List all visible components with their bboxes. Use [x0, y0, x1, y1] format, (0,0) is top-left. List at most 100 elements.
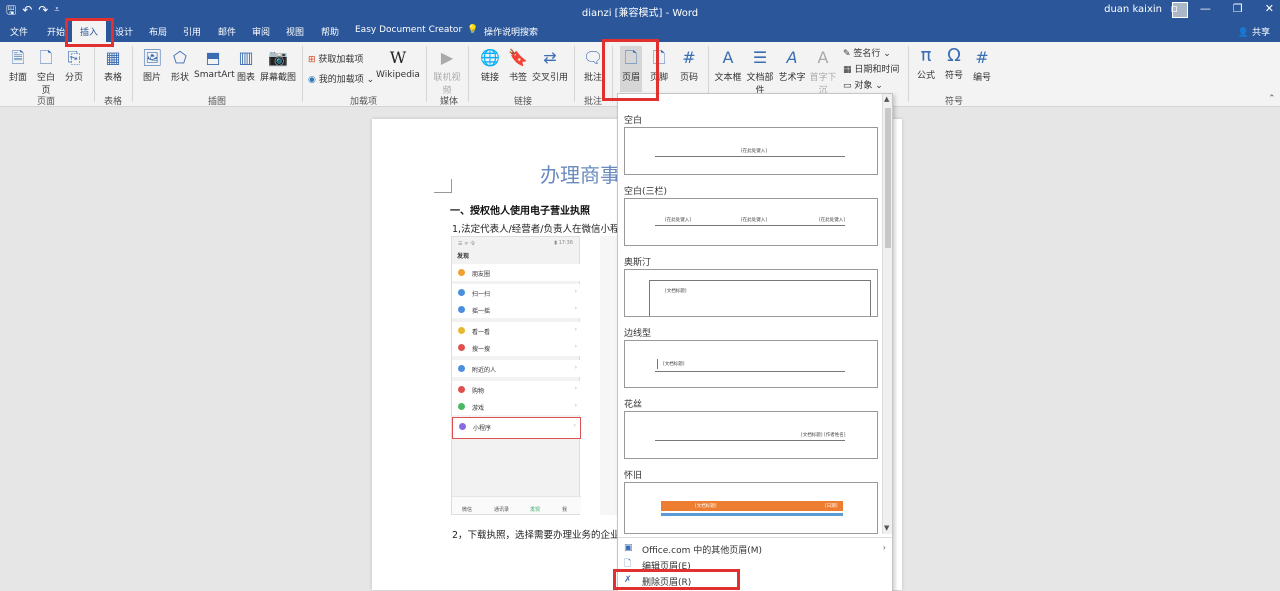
- tab-design[interactable]: 设计: [115, 25, 133, 38]
- header-line: [655, 156, 845, 157]
- shapes-button[interactable]: ⬠ 形状: [168, 48, 192, 83]
- document-title[interactable]: 办理商事: [540, 159, 620, 188]
- comment-button[interactable]: 🗨 批注: [580, 48, 606, 83]
- tab-mailings[interactable]: 邮件: [218, 25, 236, 38]
- menu-item-remove-header[interactable]: 删除页眉(R): [642, 575, 691, 588]
- wordart-button[interactable]: A 艺术字: [778, 48, 806, 83]
- group-separator: [302, 46, 303, 102]
- wordart-icon: A: [786, 48, 798, 67]
- blank-page-button[interactable]: 🗋 空白页: [33, 48, 59, 96]
- screenshot-button[interactable]: 📷 屏幕截图: [259, 48, 297, 83]
- smartart-button[interactable]: ⬒ SmartArt: [194, 48, 235, 80]
- austin-frame: [649, 280, 871, 316]
- header-option-sideline[interactable]: [文档标题]: [624, 340, 878, 388]
- gallery-category-blank: 空白: [624, 116, 643, 126]
- object-icon: ▭: [843, 81, 855, 91]
- wikipedia-button[interactable]: W Wikipedia: [376, 48, 420, 80]
- camera-icon: 📷: [268, 48, 288, 67]
- drop-cap-button[interactable]: A 首字下沉: [806, 48, 840, 96]
- group-separator: [574, 46, 575, 102]
- header-menu: ▣ Office.com 中的其他页眉(M) › 🗋 编辑页眉(E) ✗ 删除页…: [618, 537, 892, 591]
- tab-insert[interactable]: 插入: [72, 21, 107, 42]
- chevron-right-icon: ›: [574, 288, 577, 295]
- tab-review[interactable]: 审阅: [252, 25, 270, 38]
- tab-layout[interactable]: 布局: [149, 25, 167, 38]
- table-button[interactable]: ▦ 表格: [101, 48, 125, 83]
- online-video-button[interactable]: ▶ 联机视频: [430, 48, 464, 96]
- document-paragraph[interactable]: 1,法定代表人/经营者/负责人在微信小程: [452, 221, 619, 235]
- gallery-scrollbar[interactable]: ▲ ▼: [882, 94, 892, 534]
- get-addins-label: 获取加载项: [318, 55, 364, 65]
- tab-easy-document-creator[interactable]: Easy Document Creator: [355, 25, 462, 35]
- collapse-ribbon-icon[interactable]: ⌃: [1268, 94, 1276, 104]
- signature-line-button[interactable]: ✎ 签名行 ⌄: [843, 46, 891, 59]
- screenshot-label: 屏幕截图: [259, 73, 296, 83]
- header-option-blank[interactable]: [在此处键入]: [624, 127, 878, 175]
- header-option-retro[interactable]: [文档标题] [日期]: [624, 482, 878, 534]
- page-number-button[interactable]: # 页码: [676, 48, 702, 83]
- object-button[interactable]: ▭ 对象 ⌄: [843, 78, 883, 91]
- ribbon-display-icon[interactable]: ▫: [1170, 2, 1177, 15]
- header-option-three-column[interactable]: [在此处键入] [在此处键入] [在此处键入]: [624, 198, 878, 246]
- tell-me-search[interactable]: 操作说明搜索: [484, 25, 538, 38]
- sideline-bar: [657, 359, 658, 369]
- group-separator: [612, 46, 613, 102]
- menu-item-more-headers[interactable]: Office.com 中的其他页眉(M): [642, 543, 762, 556]
- chevron-right-icon: ›: [574, 402, 577, 409]
- scrollbar-thumb[interactable]: [885, 108, 891, 248]
- close-button[interactable]: ✕: [1265, 2, 1274, 15]
- header-option-filigree[interactable]: [文档标题] [作者姓名]: [624, 411, 878, 459]
- equation-button[interactable]: π 公式: [914, 46, 938, 82]
- get-addins-button[interactable]: ⊞ 获取加载项: [308, 52, 363, 65]
- placeholder-text: [在此处键入]: [741, 218, 768, 223]
- second-screenshot-image[interactable]: [600, 236, 618, 515]
- header-button[interactable]: 🗋 页眉: [620, 46, 642, 92]
- link-button[interactable]: 🌐 链接: [478, 48, 502, 83]
- placeholder-text: [文档标题]: [665, 289, 687, 294]
- quick-parts-button[interactable]: ☰ 文档部件: [743, 48, 777, 96]
- group-label-links: 链接: [514, 97, 533, 107]
- group-label-pages: 页面: [37, 97, 56, 107]
- store-icon: ⊞: [308, 55, 319, 65]
- title-bar: 🖫 ↶ ↷ ⩡ dianzi [兼容模式] - Word duan kaixin…: [0, 0, 1280, 21]
- menu-item-edit-header[interactable]: 编辑页眉(E): [642, 559, 691, 572]
- scroll-up-icon[interactable]: ▲: [884, 95, 889, 103]
- document-heading[interactable]: 一、授权他人使用电子营业执照: [450, 202, 590, 217]
- header-option-austin[interactable]: [文档标题]: [624, 269, 878, 317]
- list-item: 扫一扫 ›: [452, 284, 581, 301]
- page-number-label: 页码: [679, 73, 698, 83]
- chevron-down-icon: ⌄: [880, 49, 891, 59]
- bookmark-button[interactable]: 🔖 书签: [506, 48, 530, 83]
- date-time-button[interactable]: ▦ 日期和时间: [843, 62, 899, 75]
- phone-screenshot-image[interactable]: ☰ ᯤ 令 ▮ 17:36 发现 朋友圈 扫一扫 › 摇一摇 › 看一看 › 搜一搜 ›…: [451, 236, 581, 515]
- my-addins-button[interactable]: ◉ 我的加载项 ⌄: [308, 72, 374, 85]
- footer-button[interactable]: 🗋 页脚: [648, 48, 670, 83]
- list-item: 摇一摇 ›: [452, 301, 581, 318]
- minimize-button[interactable]: —: [1200, 2, 1211, 15]
- cross-reference-button[interactable]: ⇄ 交叉引用: [532, 48, 568, 83]
- tab-references[interactable]: 引用: [183, 25, 201, 38]
- tab-file[interactable]: 文件: [10, 25, 28, 38]
- tab-help[interactable]: 帮助: [321, 25, 339, 38]
- placeholder-text: [在此处键入]: [741, 149, 768, 154]
- scroll-down-icon[interactable]: ▼: [884, 524, 889, 532]
- chart-button[interactable]: ▥ 图表: [235, 48, 257, 83]
- omega-icon: Ω: [947, 45, 961, 66]
- user-name[interactable]: duan kaixin: [1104, 4, 1162, 15]
- share-button[interactable]: 👤 共享: [1238, 25, 1270, 38]
- document-paragraph[interactable]: 2，下载执照，选择需要办理业务的企业: [452, 527, 620, 541]
- share-label: 共享: [1251, 28, 1270, 38]
- gallery-category-filigree: 花丝: [624, 400, 643, 410]
- list-item: 看一看 ›: [452, 322, 581, 339]
- object-label: 对象: [854, 81, 873, 91]
- tab-home[interactable]: 开始: [47, 25, 65, 38]
- tab-view[interactable]: 视图: [286, 25, 304, 38]
- maximize-button[interactable]: ❐: [1233, 2, 1243, 15]
- list-item: 游戏 ›: [452, 398, 581, 415]
- cover-page-button[interactable]: 🗎 封面: [6, 48, 30, 83]
- symbol-button[interactable]: Ω 符号: [942, 45, 966, 82]
- number-button[interactable]: # 编号: [970, 48, 994, 83]
- pictures-button[interactable]: 🖼 图片: [140, 48, 164, 83]
- text-box-button[interactable]: A 文本框: [714, 48, 742, 83]
- page-break-button[interactable]: ⎘ 分页: [62, 48, 86, 83]
